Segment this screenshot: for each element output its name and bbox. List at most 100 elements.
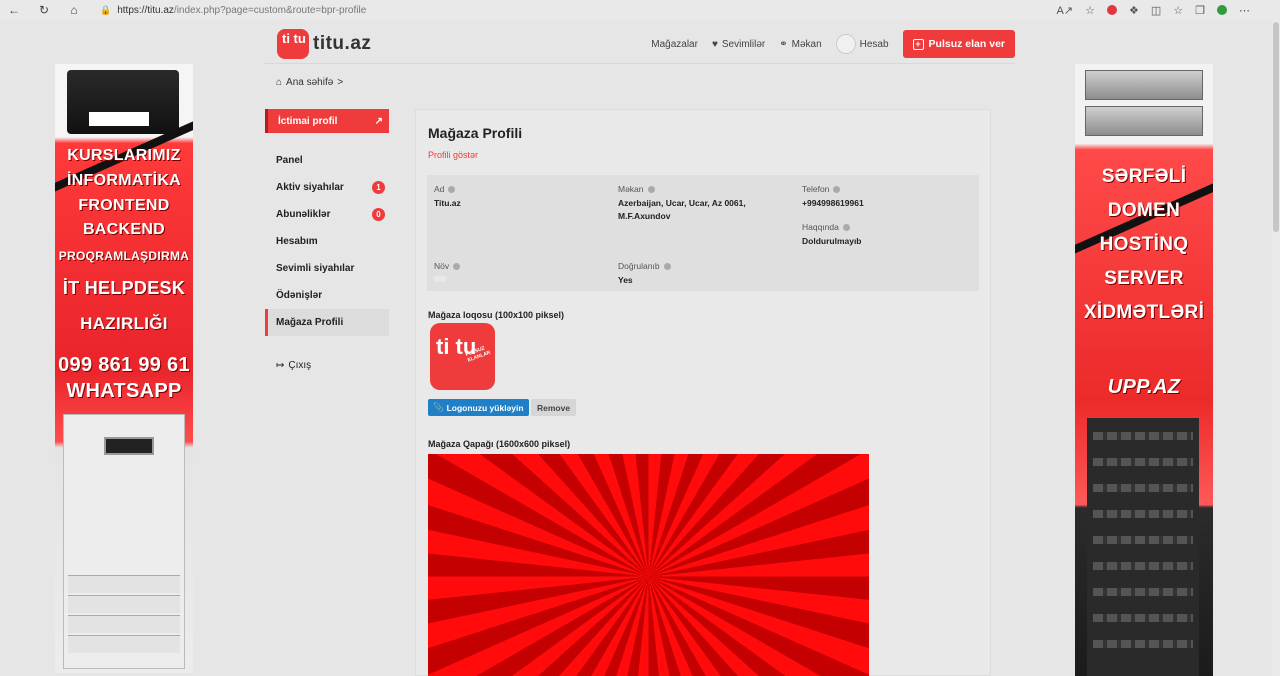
field-label: Haqqında [802, 222, 839, 232]
printer-image [67, 70, 179, 134]
breadcrumb-home[interactable]: Ana səhifə [286, 77, 333, 88]
favorites-icon[interactable]: ☆ [1173, 4, 1183, 17]
field-value [434, 276, 446, 282]
cover-section-label: Mağaza Qapağı (1600x600 piksel) [428, 439, 571, 449]
external-link-icon: ↗ [374, 115, 383, 127]
plus-icon: + [912, 38, 924, 50]
ad-left-line-1: KURSLARIMIZ [67, 147, 181, 164]
nav-stores[interactable]: Mağazalar [651, 39, 698, 50]
show-profile-link[interactable]: Profili göstər [428, 150, 478, 160]
nav-favorites[interactable]: ♥ Sevimlilər [712, 39, 765, 50]
logo-text: titu.az [313, 33, 372, 54]
heart-icon: ♥ [711, 38, 718, 50]
more-icon[interactable]: ⋯ [1239, 4, 1250, 17]
sidebar-item-label: Ödənişlər [276, 290, 323, 301]
post-ad-button[interactable]: + Pulsuz elan ver [902, 30, 1015, 58]
ad-left-line-3: FRONTEND [78, 197, 170, 214]
info-icon [663, 262, 671, 270]
reload-icon[interactable]: ↻ [34, 0, 54, 20]
sidebar-item-label: Panel [276, 155, 303, 166]
sidebar-item-label: Sevimli siyahılar [276, 263, 355, 274]
ad-left-line-8: 099 861 99 61 [58, 354, 190, 376]
count-badge: 0 [372, 208, 385, 221]
public-profile-button[interactable]: İctimai profil ↗ [265, 109, 389, 133]
remove-logo-button[interactable]: Remove [531, 399, 577, 416]
ad-right-line-2: DOMEN [1107, 200, 1181, 221]
upload-logo-label: Logonuzu yükləyin [446, 402, 524, 413]
compass-icon: ⚭ [779, 38, 788, 50]
store-logo-image: ti tu PULSUZ ELANLAR [430, 323, 495, 390]
ad-right-brand: UPP.AZ [1107, 376, 1181, 398]
puzzle-icon[interactable]: ❖ [1129, 4, 1139, 17]
public-profile-label: İctimai profil [278, 115, 338, 127]
field-label: Doğrulanıb [618, 261, 660, 271]
sidebar-item-active-listings[interactable]: Aktiv siyahılar 1 [265, 174, 389, 201]
nav-account[interactable]: Hesab [835, 34, 889, 54]
sidebar-item-my-account[interactable]: Hesabım [265, 228, 389, 255]
upload-logo-button[interactable]: 📎 Logonuzu yükləyin [428, 399, 529, 416]
nav-stores-label: Mağazalar [651, 38, 698, 50]
sidebar-item-label: Aktiv siyahılar [276, 182, 344, 193]
sidebar-item-subscriptions[interactable]: Abunəliklər 0 [265, 201, 389, 228]
avatar [835, 34, 856, 54]
read-aloud-icon[interactable]: A↗ [1057, 4, 1074, 17]
account-sidebar: İctimai profil ↗ Panel Aktiv siyahılar 1 … [265, 109, 389, 371]
scrollbar-thumb[interactable] [1273, 22, 1279, 232]
field-value: Azerbaijan, Ucar, Ucar, Az 0061, M.F.Axu… [618, 198, 746, 221]
profile-icon[interactable] [1217, 5, 1227, 15]
field-type: Növ [434, 261, 461, 282]
store-info-box: Ad Titu.az Məkan Azerbaijan, Ucar, Ucar,… [427, 175, 979, 291]
field-label: Məkan [618, 184, 644, 194]
field-value: +994998619961 [802, 198, 864, 208]
collections-icon[interactable]: ❐ [1195, 4, 1205, 17]
sidebar-item-panel[interactable]: Panel [265, 147, 389, 174]
field-label: Ad [434, 184, 445, 194]
sidebar-item-store-profile[interactable]: Mağaza Profili [265, 309, 389, 336]
sidebar-menu: Panel Aktiv siyahılar 1 Abunəliklər 0 Hesa… [265, 147, 389, 336]
sidebar-item-favorite-lists[interactable]: Sevimli siyahılar [265, 255, 389, 282]
store-profile-panel: Mağaza Profili Profili göstər Ad Titu.az… [415, 109, 991, 676]
ad-left-line-5: PROQRAMLAŞDIRMA [58, 249, 190, 263]
extension-icon[interactable] [1106, 5, 1117, 15]
browser-tools: A↗ ☆ ❖ ◫ ☆ ❐ ⋯ [1057, 0, 1250, 20]
server-rack-image [1087, 418, 1199, 676]
ad-right-line-3: HOSTİNQ [1099, 234, 1189, 255]
ad-right-line-5: XİDMƏTLƏRİ [1083, 302, 1205, 323]
field-value: Yes [618, 275, 633, 285]
info-icon [453, 262, 461, 270]
sidebar-item-payments[interactable]: Ödənişlər [265, 282, 389, 309]
nav-location[interactable]: ⚭ Məkan [779, 39, 821, 50]
field-verified: Doğrulanıb Yes [618, 261, 671, 287]
breadcrumb: ⌂ Ana səhifə > [276, 77, 343, 88]
sidebar-item-label: Mağaza Profili [276, 317, 344, 328]
store-cover-image [428, 454, 869, 676]
star-icon[interactable]: ☆ [1085, 4, 1095, 17]
header-nav: Mağazalar ♥ Sevimlilər ⚭ Məkan Hesab + Puls… [651, 30, 1015, 58]
nav-account-label: Hesab [859, 38, 889, 50]
logo-mark: ti tu [277, 29, 309, 59]
field-label: Növ [434, 261, 450, 271]
left-ad-banner[interactable]: KURSLARIMIZ İNFORMATİKA FRONTEND BACKEND… [55, 64, 193, 673]
url-path: /index.php?page=custom&route=bpr-profile [173, 4, 367, 16]
server-image [1085, 70, 1203, 100]
home-icon[interactable]: ⌂ [64, 0, 84, 20]
field-location: Məkan Azerbaijan, Ucar, Ucar, Az 0061, M… [618, 184, 778, 223]
sidebar-item-label: Hesabım [276, 236, 318, 247]
right-ad-banner[interactable]: SƏRFƏLİ DOMEN HOSTİNQ SERVER XİDMƏTLƏRİ … [1075, 64, 1213, 676]
site-logo[interactable]: ti tu titu.az [277, 29, 371, 59]
field-value: Doldurulmayıb [802, 236, 862, 246]
nav-location-label: Məkan [791, 38, 822, 50]
logout-link[interactable]: ↦ Çıxış [265, 360, 389, 371]
field-phone: Telefon +994998619961 [802, 184, 864, 210]
back-icon[interactable]: ← [4, 0, 24, 20]
address-bar[interactable]: 🔒 https://titu.az/index.php?page=custom&… [100, 1, 366, 19]
sidebar-item-label: Abunəliklər [276, 209, 331, 220]
copier-image [63, 414, 185, 669]
lock-icon: 🔒 [100, 4, 112, 15]
paperclip-icon: 📎 [433, 402, 444, 412]
site-header: ti tu titu.az Mağazalar ♥ Sevimlilər ⚭ Mək… [263, 24, 1015, 64]
ad-left-line-6: İT HELPDESK [62, 278, 186, 298]
field-about: Haqqında Doldurulmayıb [802, 222, 862, 248]
logo-section-label: Mağaza loqosu (100x100 piksel) [428, 310, 565, 320]
split-screen-icon[interactable]: ◫ [1151, 4, 1161, 17]
